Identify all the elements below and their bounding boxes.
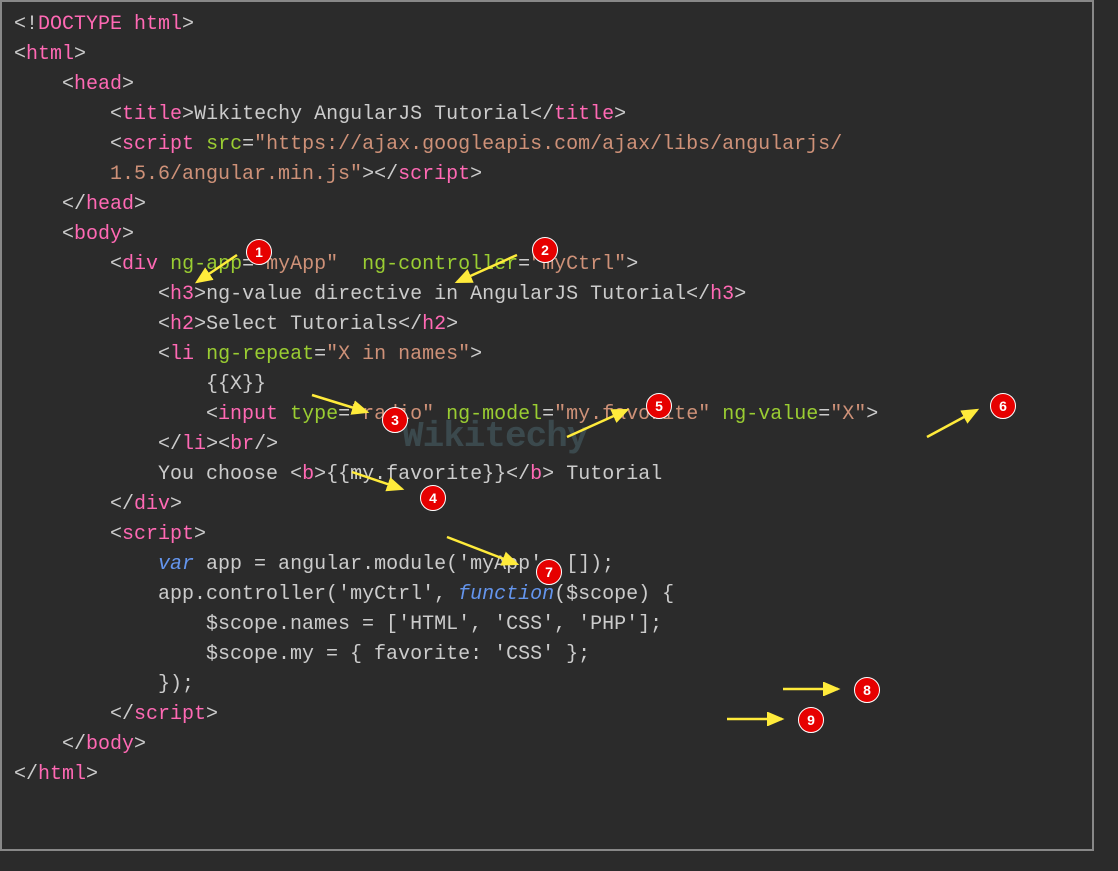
code-line: <input type="radio" ng-model="my.favorit… xyxy=(14,400,1080,430)
code-line: app.controller('myCtrl', function($scope… xyxy=(14,580,1080,610)
code-line: <li ng-repeat="X in names"> xyxy=(14,340,1080,370)
code-line: </html> xyxy=(14,760,1080,790)
code-line: <head> xyxy=(14,70,1080,100)
code-line: <div ng-app="myApp" ng-controller="myCtr… xyxy=(14,250,1080,280)
code-line: </body> xyxy=(14,730,1080,760)
code-line: </div> xyxy=(14,490,1080,520)
code-line: </li><br/> xyxy=(14,430,1080,460)
code-line: var app = angular.module('myApp', []); xyxy=(14,550,1080,580)
code-line: }); xyxy=(14,670,1080,700)
code-line: <h2>Select Tutorials</h2> xyxy=(14,310,1080,340)
code-line: $scope.names = ['HTML', 'CSS', 'PHP']; xyxy=(14,610,1080,640)
code-line: {{X}} xyxy=(14,370,1080,400)
code-line: </head> xyxy=(14,190,1080,220)
code-line: 1.5.6/angular.min.js"></script> xyxy=(14,160,1080,190)
code-line: $scope.my = { favorite: 'CSS' }; xyxy=(14,640,1080,670)
code-line: <h3>ng-value directive in AngularJS Tuto… xyxy=(14,280,1080,310)
code-line: <script src="https://ajax.googleapis.com… xyxy=(14,130,1080,160)
code-line: <!DOCTYPE html> xyxy=(14,10,1080,40)
code-line: <html> xyxy=(14,40,1080,70)
code-line: You choose <b>{{my.favorite}}</b> Tutori… xyxy=(14,460,1080,490)
code-line: <body> xyxy=(14,220,1080,250)
code-line: <script> xyxy=(14,520,1080,550)
code-line: <title>Wikitechy AngularJS Tutorial</tit… xyxy=(14,100,1080,130)
code-line: </script> xyxy=(14,700,1080,730)
code-editor: Wikitechy <!DOCTYPE html> <html> <head> … xyxy=(0,0,1094,851)
